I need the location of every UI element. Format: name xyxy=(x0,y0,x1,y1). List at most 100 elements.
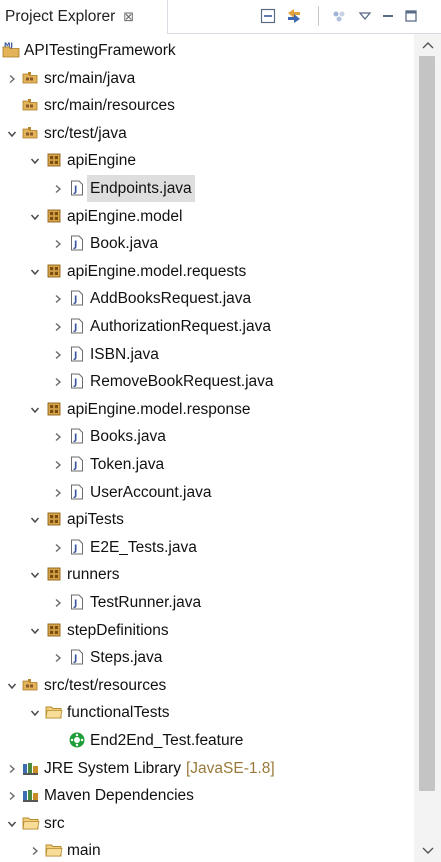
tree-item[interactable]: J Steps.java xyxy=(0,644,414,671)
svg-text:J: J xyxy=(73,654,77,664)
tree-item[interactable]: J AuthorizationRequest.java xyxy=(0,313,414,340)
tree-item-label: ISBN.java xyxy=(90,345,159,363)
tree-item[interactable]: J E2E_Tests.java xyxy=(0,534,414,561)
package-icon xyxy=(45,565,63,583)
chevron-right-icon[interactable] xyxy=(52,652,64,664)
chevron-down-icon[interactable] xyxy=(29,266,41,278)
tree-item[interactable]: src/test/resources xyxy=(0,672,414,699)
tree-item-label: Endpoints.java xyxy=(87,175,195,202)
close-icon[interactable]: ⊠ xyxy=(123,9,134,25)
tree-item[interactable]: functionalTests xyxy=(0,699,414,726)
filters-icon[interactable] xyxy=(328,5,350,27)
chevron-down-icon[interactable] xyxy=(29,569,41,581)
chevron-down-icon[interactable] xyxy=(29,514,41,526)
chevron-down-icon[interactable] xyxy=(6,128,18,140)
chevron-right-icon[interactable] xyxy=(52,431,64,443)
tree-item-label: apiEngine xyxy=(67,152,136,170)
chevron-down-icon[interactable] xyxy=(29,155,41,167)
project-tree[interactable]: MJ APITestingFramework src/main/java src/ma… xyxy=(0,34,414,862)
chevron-right-icon[interactable] xyxy=(52,542,64,554)
chevron-down-icon[interactable] xyxy=(29,707,41,719)
tree-item[interactable]: runners xyxy=(0,561,414,588)
view-menu-icon[interactable] xyxy=(354,5,376,27)
tree-item[interactable]: MJ APITestingFramework xyxy=(0,37,414,64)
tree-item[interactable]: J Books.java xyxy=(0,423,414,450)
library-icon xyxy=(22,786,40,804)
tree-item[interactable]: apiEngine.model.requests xyxy=(0,258,414,285)
chevron-right-icon[interactable] xyxy=(52,238,64,250)
chevron-right-icon[interactable] xyxy=(52,293,64,305)
tree-item-label: TestRunner.java xyxy=(90,594,202,611)
scroll-down-icon[interactable] xyxy=(414,840,441,862)
tree-item[interactable]: src/test/java xyxy=(0,120,414,147)
chevron-right-icon[interactable] xyxy=(52,459,64,471)
scroll-up-icon[interactable] xyxy=(414,34,441,56)
java-file-icon: J xyxy=(68,538,86,556)
source-folder-icon xyxy=(22,124,40,142)
chevron-down-icon[interactable] xyxy=(6,680,18,692)
tree-item[interactable]: J RemoveBookRequest.java xyxy=(0,368,414,395)
tree-item-label: stepDefinitions xyxy=(67,621,169,639)
collapse-all-icon[interactable] xyxy=(257,5,279,27)
chevron-right-icon[interactable] xyxy=(29,845,41,857)
package-icon xyxy=(45,400,63,418)
vertical-scrollbar[interactable] xyxy=(414,34,441,862)
tree-item[interactable]: src xyxy=(0,810,414,837)
tree-item[interactable]: main xyxy=(0,837,414,862)
svg-text:J: J xyxy=(73,461,77,471)
chevron-down-icon[interactable] xyxy=(29,625,41,637)
tree-item[interactable]: stepDefinitions xyxy=(0,617,414,644)
tree-item-label: Maven Dependencies xyxy=(44,787,194,805)
java-file-icon: J xyxy=(68,372,86,390)
chevron-right-icon[interactable] xyxy=(52,597,64,609)
tree-item[interactable]: apiTests xyxy=(0,506,414,533)
tree-item[interactable]: Maven Dependencies xyxy=(0,782,414,809)
minimize-icon[interactable] xyxy=(377,5,399,27)
chevron-right-icon[interactable] xyxy=(52,321,64,333)
chevron-right-icon[interactable] xyxy=(52,376,64,388)
tree-item[interactable]: apiEngine.model.response xyxy=(0,396,414,423)
tree-item-decoration: [JavaSE-1.8] xyxy=(186,759,275,777)
tree-item-label: runners xyxy=(67,566,120,584)
tree-item[interactable]: J UserAccount.java xyxy=(0,479,414,506)
chevron-down-icon[interactable] xyxy=(29,211,41,223)
svg-text:J: J xyxy=(73,240,77,250)
tree-item[interactable]: J AddBooksRequest.java xyxy=(0,285,414,312)
chevron-down-icon[interactable] xyxy=(6,818,18,830)
tree-item-label: src/main/resources xyxy=(44,97,175,115)
link-with-editor-icon[interactable] xyxy=(283,5,305,27)
tree-item[interactable]: apiEngine xyxy=(0,147,414,174)
svg-text:J: J xyxy=(73,323,77,333)
tree-item[interactable]: End2End_Test.feature xyxy=(0,727,414,754)
chevron-right-icon[interactable] xyxy=(52,349,64,361)
chevron-right-icon[interactable] xyxy=(6,790,18,802)
tree-item-label: AddBooksRequest.java xyxy=(90,290,252,308)
chevron-right-icon[interactable] xyxy=(52,487,64,499)
tree-item-label: End2End_Test.feature xyxy=(90,732,244,749)
chevron-right-icon[interactable] xyxy=(6,73,18,85)
tree-item-label: src xyxy=(44,814,65,832)
tree-item-label: Book.java xyxy=(90,235,159,253)
tree-item-label: APITestingFramework xyxy=(24,42,176,59)
tree-item-label: AuthorizationRequest.java xyxy=(90,318,271,335)
tree-item-label: Steps.java xyxy=(90,649,163,667)
tree-item[interactable]: J Token.java xyxy=(0,451,414,478)
svg-text:J: J xyxy=(73,544,77,554)
java-file-icon: J xyxy=(68,179,86,197)
tree-item[interactable]: src/main/resources xyxy=(0,92,414,119)
java-file-icon: J xyxy=(68,234,86,252)
maximize-icon[interactable] xyxy=(400,5,422,27)
tree-item[interactable]: src/main/java xyxy=(0,65,414,92)
tab-project-explorer[interactable]: Project Explorer ⊠ xyxy=(0,0,168,34)
chevron-right-icon[interactable] xyxy=(52,183,64,195)
tree-item[interactable]: apiEngine.model xyxy=(0,203,414,230)
tree-item[interactable]: JRE System Library [JavaSE-1.8] xyxy=(0,755,414,782)
tree-item[interactable]: J ISBN.java xyxy=(0,341,414,368)
scrollbar-thumb[interactable] xyxy=(419,56,435,791)
chevron-down-icon[interactable] xyxy=(29,404,41,416)
tree-item[interactable]: J TestRunner.java xyxy=(0,589,414,616)
chevron-right-icon[interactable] xyxy=(6,763,18,775)
tree-item[interactable]: J Endpoints.java xyxy=(0,175,414,202)
tree-item[interactable]: J Book.java xyxy=(0,230,414,257)
package-icon xyxy=(45,262,63,280)
